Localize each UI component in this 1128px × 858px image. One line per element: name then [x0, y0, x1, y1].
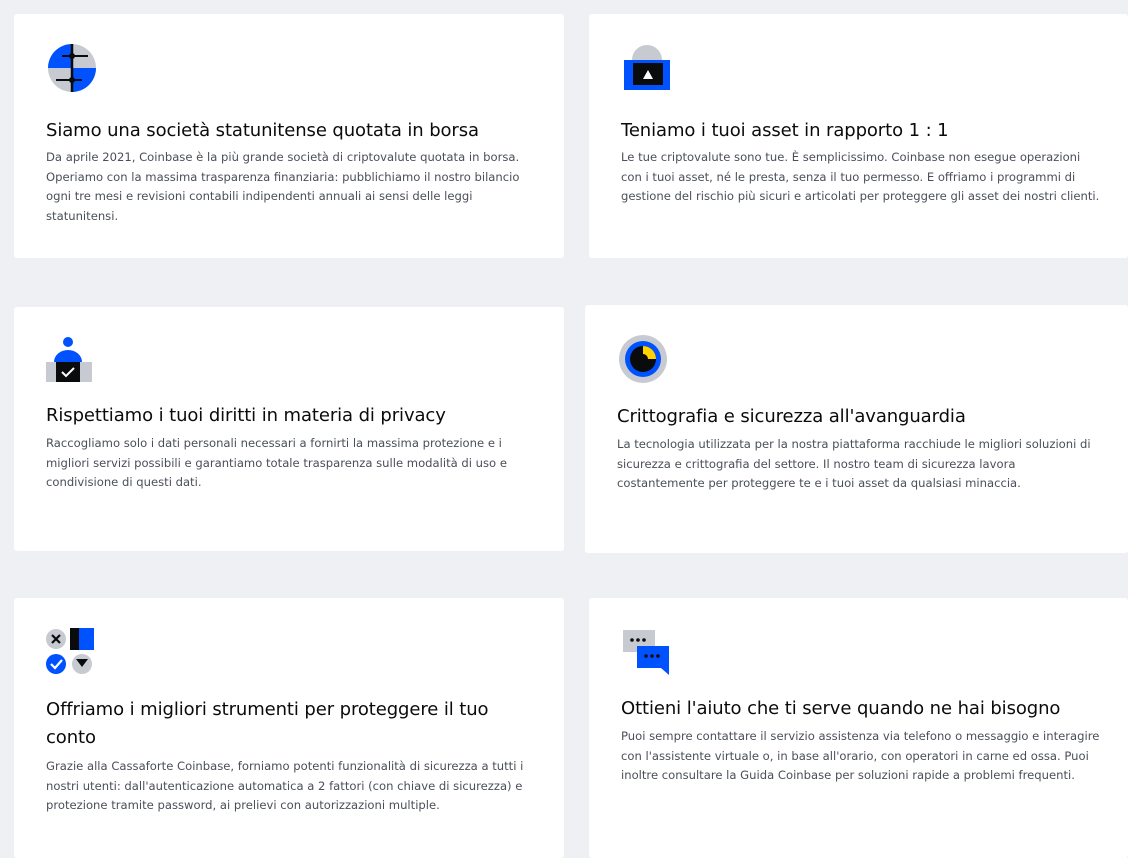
- privacy-user-icon: [46, 335, 98, 387]
- card-body: Puoi sempre contattare il servizio assis…: [621, 729, 1100, 782]
- support-chat-icon: [621, 626, 673, 678]
- feature-card-encryption: Crittografia e sicurezza all'avanguardia…: [585, 305, 1128, 553]
- card-title: Crittografia e sicurezza all'avanguardia: [617, 406, 966, 427]
- encryption-icon: [617, 333, 669, 385]
- public-company-icon: [46, 42, 98, 94]
- card-title: Rispettiamo i tuoi diritti in materia di…: [46, 405, 446, 426]
- card-title: Siamo una società statunitense quotata i…: [46, 120, 479, 141]
- feature-card-privacy: Rispettiamo i tuoi diritti in materia di…: [14, 307, 564, 551]
- feature-card-public-company: Siamo una società statunitense quotata i…: [14, 14, 564, 258]
- feature-card-asset-ratio: Teniamo i tuoi asset in rapporto 1 : 1 L…: [589, 14, 1128, 258]
- card-title: Offriamo i migliori strumenti per proteg…: [46, 699, 489, 748]
- card-body: Grazie alla Cassaforte Coinbase, forniam…: [46, 759, 524, 812]
- security-tools-icon: [46, 626, 98, 678]
- card-body: Raccogliamo solo i dati personali necess…: [46, 436, 507, 489]
- card-body: Le tue criptovalute sono tue. È semplici…: [621, 150, 1100, 203]
- card-title: Ottieni l'aiuto che ti serve quando ne h…: [621, 698, 1061, 719]
- asset-vault-icon: [621, 42, 673, 94]
- card-body: La tecnologia utilizzata per la nostra p…: [617, 437, 1091, 490]
- feature-card-security-tools: Offriamo i migliori strumenti per proteg…: [14, 598, 564, 858]
- feature-card-support: Ottieni l'aiuto che ti serve quando ne h…: [589, 598, 1128, 858]
- card-body: Da aprile 2021, Coinbase è la più grande…: [46, 150, 520, 223]
- card-title: Teniamo i tuoi asset in rapporto 1 : 1: [621, 120, 949, 141]
